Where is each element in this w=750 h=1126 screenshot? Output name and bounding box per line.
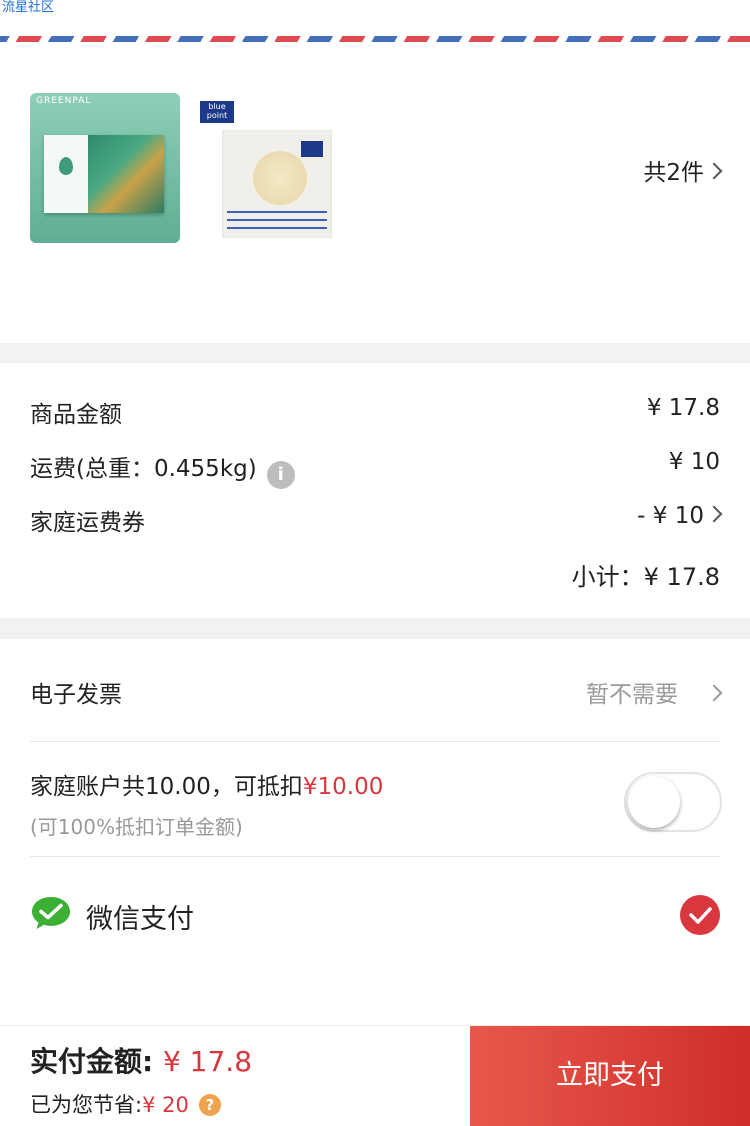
paid-label: 实付金额: — [30, 1045, 154, 1078]
item-count-link[interactable]: 共2件 — [643, 153, 723, 187]
top-bar: 流星社区 — [0, 0, 750, 63]
invoice-value-wrap: 暂不需要 — [586, 675, 723, 709]
divider — [30, 741, 720, 742]
wechat-pay-label: 微信支付 — [86, 904, 194, 935]
info-icon[interactable]: i — [266, 461, 295, 489]
shipping-label-wrap: 运费(总重：0.455kg) i — [30, 449, 295, 489]
family-account-toggle[interactable] — [624, 772, 722, 832]
chevron-right-icon — [705, 505, 723, 523]
wave-line — [227, 211, 327, 213]
mini-logo — [301, 141, 323, 157]
logo-line1: blue — [208, 102, 226, 111]
invoice-label: 电子发票 — [30, 682, 122, 708]
wechat-pay-icon — [32, 897, 70, 929]
divider — [30, 856, 720, 857]
saved-label: 已为您节省: — [30, 1093, 143, 1117]
wave-line — [227, 227, 327, 229]
footer-bar: 实付金额: ¥ 17.8 已为您节省:¥ 20? 立即支付 — [0, 1025, 750, 1126]
item-count-label: 共2件 — [643, 160, 704, 186]
product-image-bluepoint[interactable] — [222, 130, 332, 238]
goods-amount-label: 商品金额 — [30, 402, 122, 428]
paid-amount: 实付金额: ¥ 17.8 — [30, 1040, 252, 1080]
family-account-text: 家庭账户共10.00，可抵扣¥10.00 — [30, 767, 383, 801]
family-account-deductible: ¥10.00 — [302, 774, 384, 800]
chevron-right-icon — [705, 162, 723, 180]
product-list[interactable]: GREENPAL blue point 共2件 — [0, 63, 750, 343]
chevron-right-icon — [705, 684, 723, 702]
logo-line2: point — [206, 111, 228, 120]
shipping-label: 运费(总重：0.455kg) — [30, 456, 257, 482]
saved-value: ¥ 20 — [142, 1093, 189, 1117]
coupon-value-wrap: - ¥ 10 — [637, 503, 723, 529]
airmail-stripe — [0, 36, 750, 42]
coupon-label: 家庭运费券 — [30, 510, 145, 536]
coupon-value: - ¥ 10 — [637, 503, 704, 529]
product-circle — [253, 151, 307, 205]
shipping-value: ¥ 10 — [668, 449, 720, 475]
subtotal-value: ¥ 17.8 — [643, 563, 720, 591]
goods-amount-value: ¥ 17.8 — [646, 395, 720, 421]
help-icon[interactable]: ? — [198, 1094, 221, 1116]
saved-amount: 已为您节省:¥ 20? — [30, 1089, 221, 1119]
product-brand-label: GREENPAL — [36, 96, 92, 106]
pay-now-button[interactable]: 立即支付 — [470, 1026, 750, 1126]
family-account-note: (可100%抵扣订单金额) — [30, 815, 243, 839]
package-panel — [44, 135, 88, 213]
leaf-drop-icon — [59, 157, 73, 175]
product-package — [44, 135, 164, 213]
payment-section: 电子发票 暂不需要 家庭账户共10.00，可抵扣¥10.00 (可100%抵扣订… — [0, 639, 750, 1025]
checkmark-icon[interactable] — [680, 895, 720, 935]
amount-section: 商品金额 ¥ 17.8 运费(总重：0.455kg) i ¥ 10 家庭运费券 -… — [0, 363, 750, 618]
package-artwork — [88, 135, 164, 213]
watermark: 流星社区 — [2, 0, 55, 15]
family-account-label: 家庭账户共10.00，可抵扣 — [30, 774, 303, 800]
subtotal-wrap: 小计：¥ 17.8 — [572, 557, 720, 592]
invoice-value: 暂不需要 — [586, 682, 678, 708]
toggle-knob — [628, 776, 680, 828]
blue-point-logo: blue point — [200, 101, 234, 123]
paid-value: ¥ 17.8 — [162, 1045, 253, 1078]
wave-line — [227, 219, 327, 221]
subtotal-label: 小计： — [571, 563, 644, 591]
product-image-greenpal[interactable]: GREENPAL — [30, 93, 180, 243]
